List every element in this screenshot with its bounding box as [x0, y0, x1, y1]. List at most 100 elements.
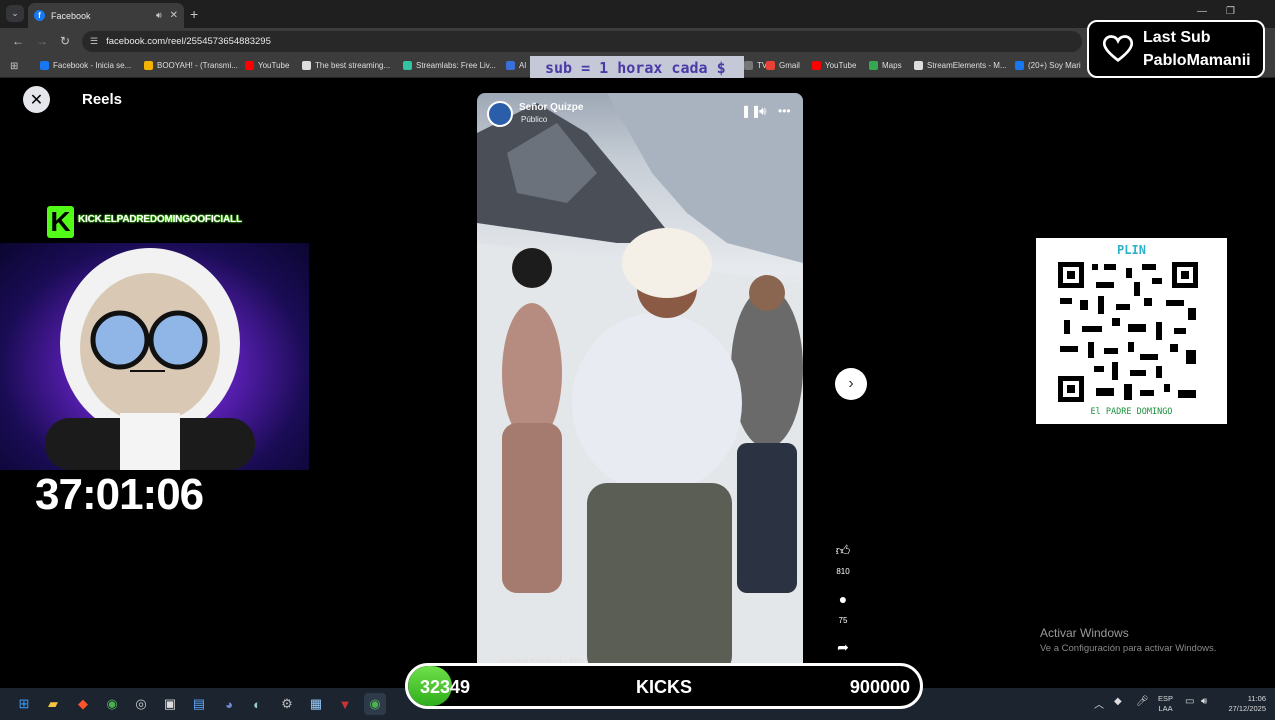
bookmark-item[interactable]: TV — [744, 61, 767, 70]
more-options-icon[interactable]: ••• — [778, 104, 791, 118]
kick-channel: KICK.ELPADREDOMINGOOFICIALL — [78, 214, 242, 225]
back-icon[interactable]: ← — [12, 34, 24, 48]
last-sub-panel: Last Sub PabloMamanii — [1087, 20, 1265, 78]
bookmark-favicon-icon — [812, 61, 821, 70]
bookmark-favicon-icon — [403, 61, 412, 70]
chevron-down-icon: ⌄ — [11, 8, 19, 18]
restore-button[interactable]: ❐ — [1226, 6, 1235, 17]
streamer-avatar-cam — [0, 243, 309, 470]
minimize-button[interactable]: — — [1197, 6, 1207, 17]
apps-icon[interactable]: ⊞ — [10, 61, 18, 72]
bookmark-favicon-icon — [144, 61, 153, 70]
chrome-active-icon[interactable]: ◉ — [364, 693, 386, 715]
speaker-icon[interactable]: 🔊︎ — [156, 10, 162, 21]
kicks-goal-bar: 32349 KICKS 900000 — [405, 663, 923, 709]
heart-icon — [1103, 35, 1133, 62]
bookmark-favicon-icon — [1015, 61, 1024, 70]
bookmark-item[interactable]: BOOYAH! - (Transmi... — [144, 61, 238, 70]
bookmark-item[interactable]: The best streaming... — [302, 61, 390, 70]
activate-windows-subtitle: Ve a Configuración para activar Windows. — [1040, 643, 1217, 654]
tray-chevron-icon[interactable]: ︿ — [1094, 696, 1104, 711]
bookmark-favicon-icon — [766, 61, 775, 70]
like-icon[interactable]: 👍︎ — [834, 541, 852, 559]
bookmark-label: Al — [519, 61, 527, 70]
bookmark-item[interactable]: StreamElements - M... — [914, 61, 1007, 70]
app-icon[interactable]: ▼ — [334, 693, 356, 715]
chevron-right-icon: › — [848, 375, 854, 392]
bookmark-label: Gmail — [779, 61, 800, 70]
bookmark-favicon-icon — [245, 61, 254, 70]
kicks-goal: 900000 — [849, 677, 910, 697]
system-clock[interactable]: 11:06 27/12/2025 — [1218, 694, 1266, 714]
qr-name: El PADRE DOMINGO — [1090, 407, 1173, 417]
facebook-icon: f — [34, 10, 45, 21]
bookmark-label: YouTube — [258, 61, 290, 70]
author-name[interactable]: Señor Quizpe — [519, 102, 583, 113]
bookmark-item[interactable]: Maps — [869, 61, 902, 70]
language-indicator[interactable]: ESP LAA — [1158, 694, 1173, 714]
file-explorer-icon[interactable]: ▰ — [42, 693, 64, 715]
microphone-icon[interactable]: 🎤︎ — [1136, 696, 1149, 707]
obs-icon[interactable]: ◎ — [130, 693, 152, 715]
forward-icon[interactable]: → — [36, 34, 48, 48]
last-sub-name: PabloMamanii — [1143, 52, 1251, 69]
bookmark-favicon-icon — [302, 61, 311, 70]
bookmark-label: Streamlabs: Free Liv... — [416, 61, 496, 70]
discord-icon[interactable]: ◕ — [218, 693, 240, 715]
like-count: 810 — [836, 567, 850, 576]
comment-icon[interactable]: ● — [834, 590, 852, 608]
network-icon[interactable]: ▭ — [1185, 696, 1194, 707]
start-icon[interactable]: ⊞ — [13, 693, 35, 715]
comment-count: 75 — [838, 616, 848, 625]
bookmark-item[interactable]: Streamlabs: Free Liv... — [403, 61, 496, 70]
address-bar[interactable]: ☰ facebook.com/reel/2554573654883295 — [82, 31, 1082, 52]
clock-time: 11:06 — [1247, 694, 1266, 703]
site-info-icon[interactable]: ☰ — [90, 36, 98, 47]
privacy-label: Público — [521, 115, 548, 124]
calculator-icon[interactable]: ▦ — [305, 693, 327, 715]
last-sub-title: Last Sub — [1143, 29, 1211, 46]
bookmark-label: Facebook - Inicia se... — [53, 61, 132, 70]
bookmark-label: (20+) Soy Mari — [1028, 61, 1081, 70]
bookmark-item[interactable]: Al — [506, 61, 526, 70]
reel-video[interactable] — [477, 93, 803, 676]
store-icon[interactable]: ▣ — [159, 693, 181, 715]
speaker-tray-icon[interactable]: 🔊︎ — [1201, 696, 1207, 707]
tab-title: Facebook — [51, 10, 91, 21]
bookmark-label: The best streaming... — [315, 61, 391, 70]
share-icon[interactable]: ➦ — [834, 638, 852, 656]
new-tab-button[interactable]: + — [190, 6, 198, 22]
kick-logo-icon: K — [47, 206, 74, 238]
close-reels-button[interactable]: ✕ — [23, 86, 50, 113]
bookmark-item[interactable]: Gmail — [766, 61, 800, 70]
qr-title: PLIN — [1117, 243, 1146, 257]
settings-icon[interactable]: ⚙ — [276, 693, 298, 715]
avatar-character — [45, 248, 255, 470]
close-icon: ✕ — [29, 91, 44, 109]
stream-timer: 37:01:06 — [35, 470, 204, 519]
tab-search-button[interactable]: ⌄ — [6, 5, 24, 22]
chrome-icon[interactable]: ◉ — [101, 693, 123, 715]
volume-icon[interactable]: 🔊︎ — [759, 104, 767, 119]
sub-banner: sub = 1 horax cada $ — [530, 56, 744, 78]
lang-code: ESP — [1158, 694, 1174, 703]
author-avatar[interactable] — [487, 101, 513, 127]
reload-icon[interactable]: ↻ — [60, 34, 70, 48]
steam-icon[interactable]: ◐ — [246, 693, 268, 715]
qr-code — [1058, 262, 1198, 402]
bookmark-item[interactable]: (20+) Soy Mari — [1015, 61, 1081, 70]
tray-app-icon[interactable]: ◆ — [1114, 696, 1122, 707]
brave-icon[interactable]: ◆ — [72, 693, 94, 715]
tab-facebook[interactable]: f Facebook 🔊︎ ✕ — [28, 3, 184, 28]
close-tab-icon[interactable]: ✕ — [170, 10, 178, 21]
bookmark-label: BOOYAH! - (Transmi... — [157, 61, 238, 70]
notes-icon[interactable]: ▤ — [188, 693, 210, 715]
bookmark-favicon-icon — [506, 61, 515, 70]
qr-code-panel — [1036, 238, 1227, 424]
bookmark-item[interactable]: YouTube — [812, 61, 856, 70]
next-reel-button[interactable]: › — [835, 368, 867, 400]
bookmark-item[interactable]: Facebook - Inicia se... — [40, 61, 131, 70]
bookmark-label: YouTube — [825, 61, 857, 70]
bookmark-favicon-icon — [869, 61, 878, 70]
bookmark-item[interactable]: YouTube — [245, 61, 289, 70]
